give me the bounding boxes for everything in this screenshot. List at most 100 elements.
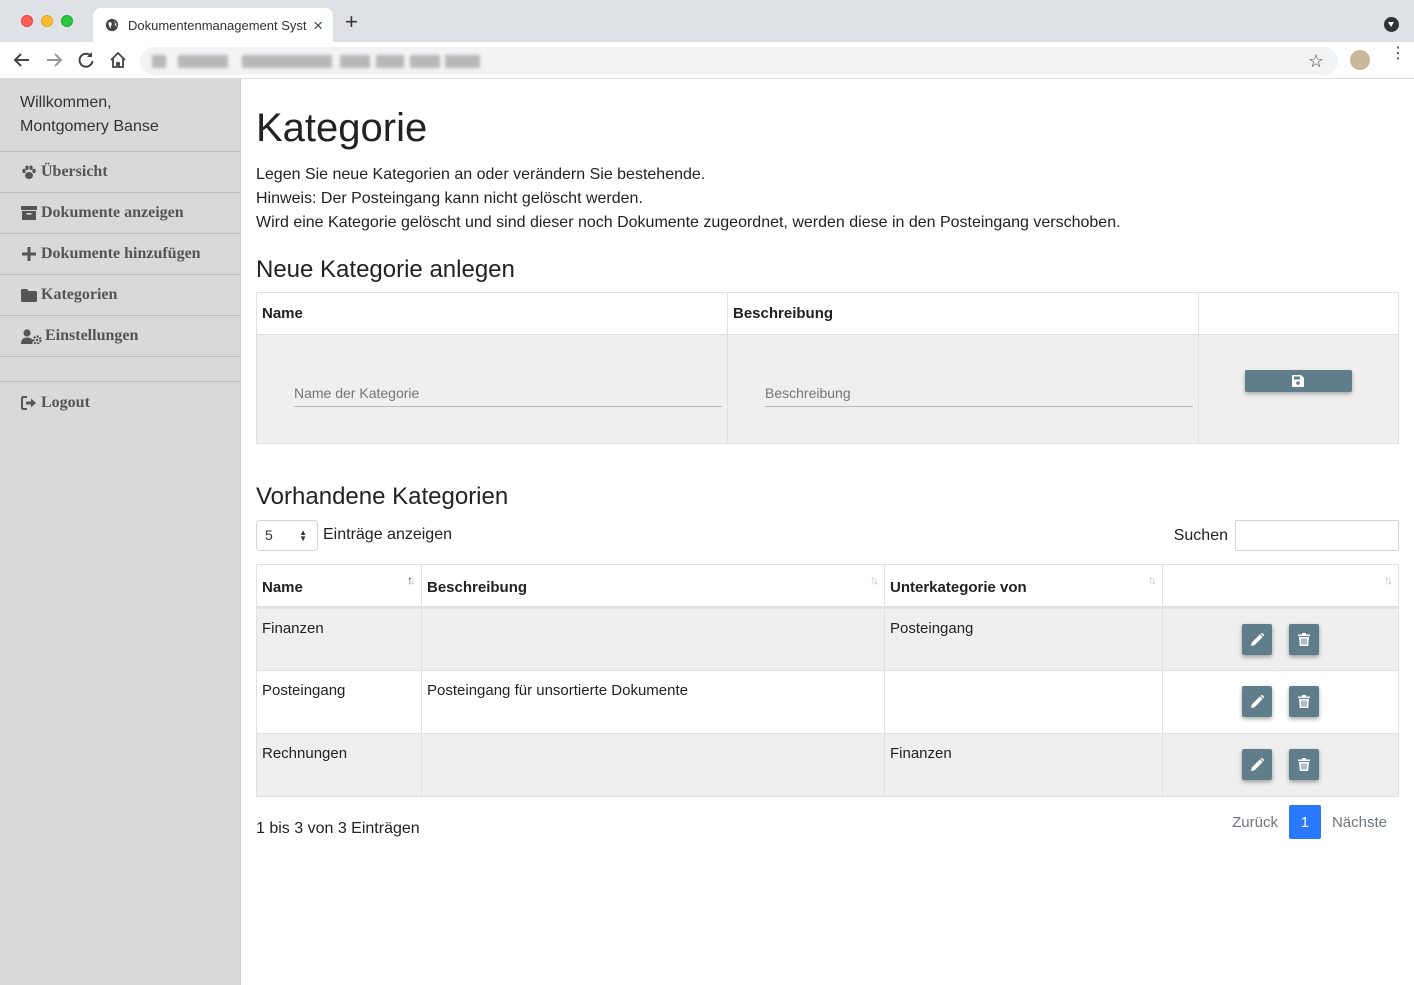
trash-icon — [1297, 758, 1310, 771]
blurred-url — [376, 55, 404, 68]
pagination-next[interactable]: Nächste — [1332, 814, 1387, 831]
tab-title: Dokumentenmanagement Syst — [128, 17, 307, 33]
intro-line: Hinweis: Der Posteingang kann nicht gelö… — [256, 190, 643, 207]
entries-per-page-label: Einträge anzeigen — [323, 526, 452, 543]
pagination: Zurück 1 Nächste — [1232, 805, 1387, 839]
browser-menu-icon[interactable]: ⋮ — [1390, 46, 1406, 62]
existing-categories-heading: Vorhandene Kategorien — [256, 483, 509, 510]
sidebar-item-label: Logout — [41, 393, 90, 411]
sidebar-item-label: Kategorien — [41, 286, 118, 303]
main-content: Kategorie Legen Sie neue Kategorien an o… — [256, 79, 1399, 857]
sidebar-item-label: Übersicht — [41, 163, 108, 180]
delete-button[interactable] — [1288, 624, 1319, 655]
save-button[interactable] — [1245, 370, 1352, 392]
welcome-line: Willkommen, — [20, 94, 112, 111]
floppy-disk-icon — [1292, 375, 1304, 387]
address-bar[interactable]: ☆ — [140, 47, 1338, 75]
cell-parent: Posteingang — [884, 607, 1163, 671]
select-arrows-icon: ▲ ▼ — [299, 528, 307, 543]
column-header-description[interactable]: Beschreibung ↑↓ — [421, 564, 885, 609]
column-header-description: Beschreibung — [727, 292, 1199, 335]
page-intro: Legen Sie neue Kategorien an oder veränd… — [256, 163, 1399, 235]
column-header-parent[interactable]: Unterkategorie von ↑↓ — [884, 564, 1163, 609]
delete-button[interactable] — [1288, 749, 1319, 780]
user-name: Montgomery Banse — [20, 118, 159, 135]
home-icon[interactable] — [107, 49, 129, 71]
sidebar-item-dokumente-anzeigen[interactable]: Dokumente anzeigen — [0, 193, 240, 234]
column-header-name[interactable]: Name ↑↓ — [256, 564, 422, 609]
folder-icon — [20, 287, 38, 303]
new-tab-button[interactable]: + — [345, 11, 358, 33]
column-header-label: Unterkategorie von — [890, 579, 1027, 596]
blurred-url — [242, 55, 332, 68]
cell-name: Rechnungen — [256, 733, 422, 797]
pagination-page-1[interactable]: 1 — [1288, 805, 1321, 839]
tab-close-icon[interactable]: × — [313, 17, 323, 34]
page-title: Kategorie — [256, 106, 428, 150]
back-icon[interactable] — [11, 49, 33, 71]
reload-icon[interactable] — [75, 49, 97, 71]
sidebar-item-einstellungen[interactable]: Einstellungen — [0, 316, 240, 357]
sign-out-icon — [20, 395, 38, 411]
new-category-heading: Neue Kategorie anlegen — [256, 256, 515, 283]
edit-button[interactable] — [1242, 749, 1273, 780]
cell-name: Posteingang — [256, 670, 422, 734]
globe-icon — [105, 18, 119, 32]
table-controls: 5 ▲ ▼ Einträge anzeigen Suchen — [256, 518, 1399, 564]
sidebar-item-logout[interactable]: Logout — [0, 382, 240, 423]
paw-icon — [20, 164, 38, 180]
window-close-button[interactable] — [21, 15, 33, 27]
cell-actions — [1162, 733, 1399, 797]
sidebar-item-label: Dokumente anzeigen — [41, 204, 184, 221]
browser-tab[interactable]: Dokumentenmanagement Syst × — [93, 8, 333, 42]
search-label: Suchen — [1173, 527, 1228, 544]
blurred-url — [445, 55, 480, 68]
archive-icon — [20, 205, 38, 221]
table-info: 1 bis 3 von 3 Einträgen — [256, 820, 420, 837]
description-cell: Beschreibung — [727, 334, 1199, 444]
table-row: Rechnungen Finanzen — [256, 733, 1399, 797]
trash-icon — [1297, 695, 1310, 708]
profile-avatar[interactable] — [1350, 50, 1370, 70]
cell-name: Finanzen — [256, 607, 422, 671]
table-footer: 1 bis 3 von 3 Einträgen Zurück 1 Nächste — [256, 797, 1399, 857]
pagination-previous[interactable]: Zurück — [1232, 814, 1278, 831]
cell-description — [421, 607, 885, 671]
new-category-table: Name Beschreibung Name der Kategorie Bes… — [256, 292, 1399, 444]
user-cog-icon — [20, 328, 42, 344]
window-zoom-button[interactable] — [61, 15, 73, 27]
bookmark-star-icon[interactable]: ☆ — [1308, 51, 1324, 72]
blurred-url — [340, 55, 370, 68]
sidebar-item-label: Einstellungen — [45, 327, 139, 344]
column-header-label: Beschreibung — [427, 579, 528, 596]
cell-parent — [884, 670, 1163, 734]
sidebar-item-kategorien[interactable]: Kategorien — [0, 275, 240, 316]
sidebar-item-uebersicht[interactable]: Übersicht — [0, 152, 240, 193]
column-header-actions[interactable]: ↑↓ — [1162, 564, 1399, 609]
category-description-input[interactable]: Beschreibung — [765, 371, 1193, 407]
cell-actions — [1162, 670, 1399, 734]
sort-icon: ↑↓ — [870, 573, 879, 587]
intro-line: Wird eine Kategorie gelöscht und sind di… — [256, 214, 1121, 231]
forward-icon[interactable] — [43, 49, 65, 71]
cell-description — [421, 733, 885, 797]
window-minimize-button[interactable] — [41, 15, 53, 27]
pencil-icon — [1250, 758, 1264, 771]
browser-tabbar: Dokumentenmanagement Syst × + — [0, 0, 1414, 42]
sort-icon: ↑↓ — [1148, 573, 1157, 587]
category-name-input[interactable]: Name der Kategorie — [294, 371, 722, 407]
entries-per-page-value: 5 — [265, 527, 273, 543]
tab-search-icon[interactable] — [1384, 17, 1399, 32]
entries-per-page-select[interactable]: 5 ▲ ▼ — [256, 520, 318, 551]
welcome-message: Willkommen, Montgomery Banse — [0, 79, 240, 152]
edit-button[interactable] — [1242, 624, 1273, 655]
edit-button[interactable] — [1242, 686, 1273, 717]
name-cell: Name der Kategorie — [256, 334, 728, 444]
column-header-label: Name — [262, 579, 303, 596]
sidebar: Willkommen, Montgomery Banse Übersicht D… — [0, 79, 241, 985]
search-input[interactable] — [1235, 520, 1399, 551]
delete-button[interactable] — [1288, 686, 1319, 717]
sidebar-item-dokumente-hinzufuegen[interactable]: Dokumente hinzufügen — [0, 234, 240, 275]
blurred-url — [178, 55, 228, 68]
pencil-icon — [1250, 633, 1264, 646]
